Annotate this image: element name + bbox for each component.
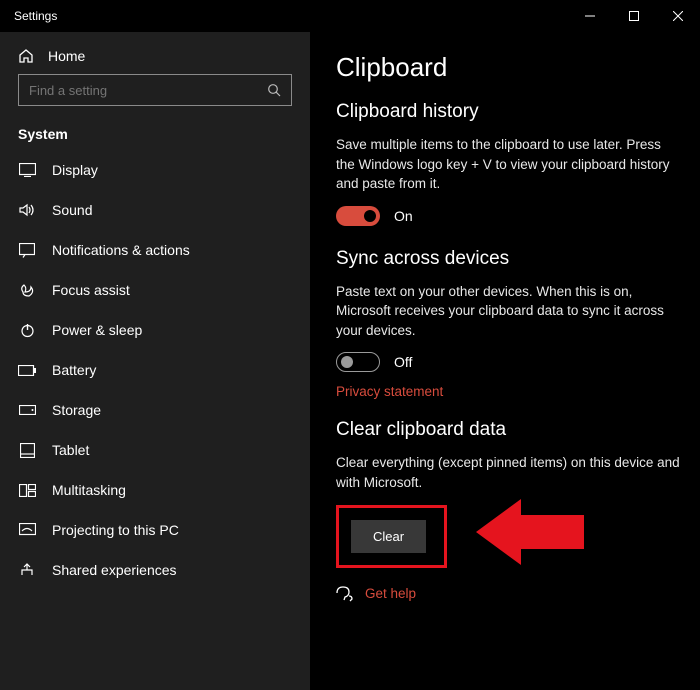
close-button[interactable] [656,0,700,32]
sidebar-item-label: Projecting to this PC [52,522,179,538]
category-heading: System [0,116,310,150]
sidebar-item-label: Display [52,162,98,178]
shared-icon [18,563,36,578]
annotation-arrow-icon [476,497,586,567]
history-toggle[interactable] [336,206,380,226]
main-pane: Clipboard Clipboard history Save multipl… [310,32,700,690]
sound-icon [18,203,36,217]
privacy-link[interactable]: Privacy statement [336,384,682,399]
notifications-icon [18,243,36,258]
sidebar-item-label: Shared experiences [52,562,177,578]
multitasking-icon [18,484,36,497]
display-icon [18,163,36,177]
sidebar-item-focus[interactable]: Focus assist [0,270,310,310]
home-icon [18,48,34,64]
get-help-link[interactable]: Get help [336,586,682,602]
history-heading: Clipboard history [336,101,682,123]
home-link[interactable]: Home [0,38,310,74]
history-desc: Save multiple items to the clipboard to … [336,135,682,194]
sidebar-item-label: Battery [52,362,96,378]
sync-toggle[interactable] [336,352,380,372]
storage-icon [18,405,36,415]
sidebar-item-display[interactable]: Display [0,150,310,190]
sidebar-item-shared[interactable]: Shared experiences [0,550,310,590]
titlebar: Settings [0,0,700,32]
home-label: Home [48,48,85,64]
focus-icon [18,282,36,298]
sidebar-item-label: Storage [52,402,101,418]
clear-desc: Clear everything (except pinned items) o… [336,453,682,492]
power-icon [18,323,36,338]
sidebar-item-storage[interactable]: Storage [0,390,310,430]
clear-heading: Clear clipboard data [336,419,682,441]
sync-desc: Paste text on your other devices. When t… [336,282,682,341]
page-title: Clipboard [336,52,682,83]
sidebar-item-label: Sound [52,202,92,218]
sidebar-item-projecting[interactable]: Projecting to this PC [0,510,310,550]
sidebar-item-tablet[interactable]: Tablet [0,430,310,470]
sync-heading: Sync across devices [336,248,682,270]
help-icon [336,586,353,602]
search-field[interactable] [29,83,267,98]
history-toggle-label: On [394,208,413,224]
tablet-icon [18,443,36,458]
sidebar: Home System Display Sound Notifications … [0,32,310,690]
sidebar-item-sound[interactable]: Sound [0,190,310,230]
sync-toggle-label: Off [394,354,412,370]
clear-highlight-box: Clear [336,505,447,568]
clear-button[interactable]: Clear [351,520,426,553]
sidebar-item-label: Power & sleep [52,322,142,338]
sidebar-item-label: Multitasking [52,482,126,498]
battery-icon [18,365,36,376]
sidebar-item-battery[interactable]: Battery [0,350,310,390]
sidebar-item-multitasking[interactable]: Multitasking [0,470,310,510]
sidebar-item-label: Notifications & actions [52,242,190,258]
search-input[interactable] [18,74,292,106]
settings-window: Settings Home System Display Sound Notif… [0,0,700,690]
help-label: Get help [365,586,416,601]
sidebar-item-power[interactable]: Power & sleep [0,310,310,350]
minimize-button[interactable] [568,0,612,32]
sidebar-item-notifications[interactable]: Notifications & actions [0,230,310,270]
projecting-icon [18,523,36,537]
maximize-button[interactable] [612,0,656,32]
search-icon [267,83,281,97]
sidebar-item-label: Tablet [52,442,89,458]
window-title: Settings [14,9,57,23]
sidebar-item-label: Focus assist [52,282,130,298]
